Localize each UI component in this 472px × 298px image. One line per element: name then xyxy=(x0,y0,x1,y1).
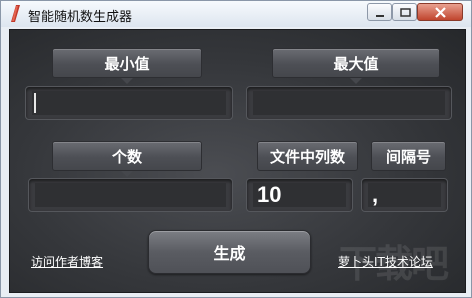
close-button[interactable] xyxy=(417,3,463,21)
minimize-icon xyxy=(376,15,384,17)
max-value-label-text: 最大值 xyxy=(333,54,379,73)
min-value-field xyxy=(25,86,233,120)
file-columns-field xyxy=(246,178,353,212)
minimize-button[interactable] xyxy=(367,3,392,21)
min-value-label-text: 最小值 xyxy=(104,54,150,73)
count-label-text: 个数 xyxy=(111,147,142,166)
file-columns-label-text: 文件中列数 xyxy=(269,147,345,166)
max-value-field xyxy=(246,86,452,120)
count-field xyxy=(28,178,233,212)
separator-label-text: 间隔号 xyxy=(385,147,431,166)
count-input[interactable] xyxy=(35,183,226,207)
notch-icon xyxy=(121,171,133,177)
generate-button-label: 生成 xyxy=(213,244,246,263)
generate-button[interactable]: 生成 xyxy=(148,230,311,274)
maximize-button[interactable] xyxy=(392,3,417,21)
notch-icon xyxy=(121,78,133,84)
file-columns-label: 文件中列数 xyxy=(257,141,358,171)
separator-input[interactable] xyxy=(368,183,441,207)
text-caret xyxy=(34,93,36,113)
visit-blog-link[interactable]: 访问作者博客 xyxy=(31,253,103,270)
min-value-label: 最小值 xyxy=(52,48,202,84)
file-columns-input[interactable] xyxy=(253,183,346,207)
window-title: 智能随机数生成器 xyxy=(28,10,133,25)
app-logo-icon xyxy=(11,5,20,22)
maximize-icon xyxy=(400,8,411,17)
min-value-input[interactable] xyxy=(32,91,226,115)
separator-label: 间隔号 xyxy=(371,141,446,171)
title-bar: 智能随机数生成器 xyxy=(1,1,471,27)
separator-field xyxy=(361,178,448,212)
notch-icon xyxy=(350,78,362,84)
forum-link[interactable]: 萝卜头IT技术论坛 xyxy=(338,253,433,270)
max-value-label: 最大值 xyxy=(272,48,440,84)
max-value-input[interactable] xyxy=(253,91,445,115)
count-label: 个数 xyxy=(52,141,202,177)
app-window: 智能随机数生成器 最小值 最大值 个数 文件中列数 间隔号 10 , 访问作者博… xyxy=(0,0,472,298)
close-icon xyxy=(435,7,446,18)
